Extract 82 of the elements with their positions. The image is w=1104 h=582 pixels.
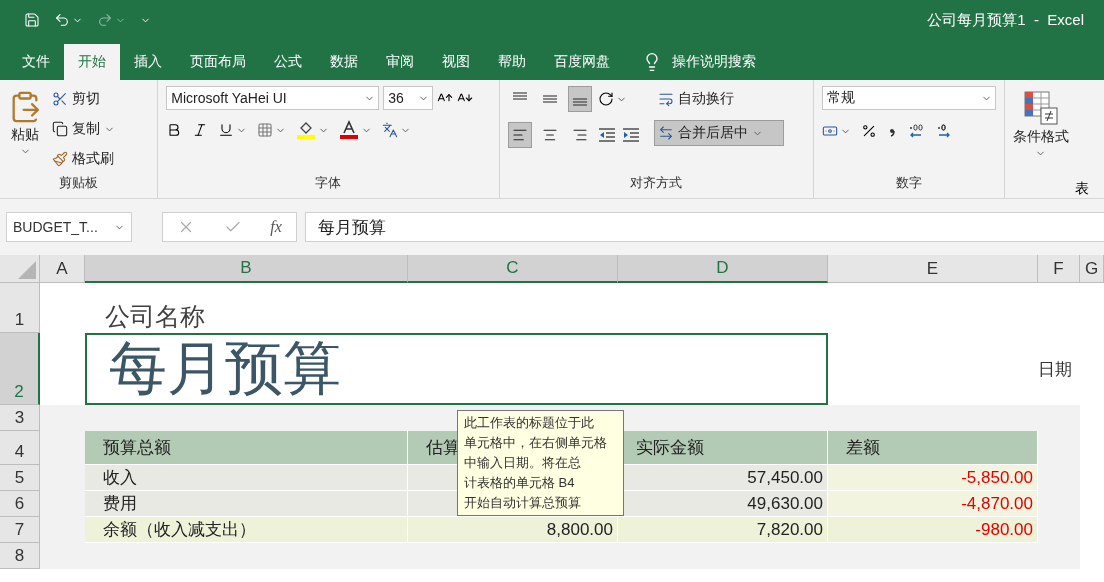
column-header[interactable]: E xyxy=(828,255,1038,283)
copy-button[interactable]: 复制 xyxy=(72,120,100,138)
sheet-title[interactable]: 每月预算 xyxy=(85,333,828,405)
ribbon-tab[interactable]: 视图 xyxy=(428,44,484,80)
ribbon-tab[interactable]: 数据 xyxy=(316,44,372,80)
table-cell: 余额（收入减支出） xyxy=(85,517,408,543)
row-header[interactable]: 2 xyxy=(0,333,40,405)
paintbrush-icon[interactable] xyxy=(52,151,68,167)
column-header[interactable]: F xyxy=(1038,255,1080,283)
ribbon-tab[interactable]: 百度网盘 xyxy=(540,44,624,80)
undo-icon[interactable] xyxy=(54,12,70,28)
date-label: 日期 xyxy=(1038,358,1073,381)
column-header[interactable]: B xyxy=(85,255,408,283)
column-header[interactable]: C xyxy=(408,255,618,283)
conditional-format-icon[interactable] xyxy=(1023,90,1059,126)
align-right-icon[interactable] xyxy=(571,127,588,143)
row-header[interactable]: 3 xyxy=(0,405,40,431)
cut-button[interactable]: 剪切 xyxy=(72,90,100,108)
decrease-indent-icon[interactable] xyxy=(597,127,616,143)
percent-icon[interactable] xyxy=(861,123,877,139)
window-title: 公司每月预算1 - Excel xyxy=(927,10,1084,30)
row-header[interactable]: 8 xyxy=(0,543,40,569)
row-header[interactable]: 1 xyxy=(0,283,40,333)
increase-indent-icon[interactable] xyxy=(621,127,640,143)
company-name: 公司名称 xyxy=(104,301,206,332)
group-label: 数字 xyxy=(895,174,923,192)
table-cell: -980.00 xyxy=(828,517,1038,543)
fill-color-icon[interactable] xyxy=(296,120,317,140)
ribbon-tab[interactable]: 插入 xyxy=(120,44,176,80)
currency-icon[interactable] xyxy=(822,123,838,139)
row-header[interactable]: 4 xyxy=(0,431,40,465)
formula-input[interactable]: 每月预算 xyxy=(305,212,1104,242)
column-header[interactable]: G xyxy=(1080,255,1104,283)
font-size-field[interactable]: 36 xyxy=(383,86,434,110)
column-heading: 差额 xyxy=(828,431,1038,465)
ribbon-tab[interactable]: 帮助 xyxy=(484,44,540,80)
column-heading: 预算总额 xyxy=(85,431,408,465)
save-icon[interactable] xyxy=(24,12,40,28)
row-header[interactable]: 7 xyxy=(0,517,40,543)
column-header[interactable]: A xyxy=(40,255,85,283)
align-center-icon[interactable] xyxy=(541,127,558,143)
scissors-icon[interactable] xyxy=(52,91,68,107)
ribbon-tab[interactable]: 审阅 xyxy=(372,44,428,80)
font-color-icon[interactable] xyxy=(339,120,360,140)
cell-comment-tooltip: 此工作表的标题位于此 单元格中，在右侧单元格 中输入日期。将在总 计表格的单元格 B4 开始自动计算总预算 xyxy=(457,410,624,516)
redo-icon[interactable] xyxy=(97,12,113,28)
align-left-icon[interactable] xyxy=(511,127,528,143)
name-box[interactable]: BUDGET_T... xyxy=(6,212,132,242)
table-cell: -5,850.00 xyxy=(828,465,1038,491)
row-header[interactable]: 6 xyxy=(0,491,40,517)
group-label: 剪贴板 xyxy=(58,174,100,192)
copy-icon[interactable] xyxy=(52,121,68,137)
table-cell: 收入 xyxy=(85,465,408,491)
table-cell: 8,800.00 xyxy=(408,517,618,543)
column-header[interactable]: D xyxy=(618,255,828,283)
increase-decimal-icon[interactable] xyxy=(907,122,925,140)
table-cell: 49,630.00 xyxy=(618,491,828,517)
table-cell: -4,870.00 xyxy=(828,491,1038,517)
group-label: 对齐方式 xyxy=(629,174,684,192)
orientation-icon[interactable] xyxy=(597,91,614,107)
row-header[interactable]: 5 xyxy=(0,465,40,491)
borders-icon[interactable] xyxy=(257,122,274,138)
ribbon-tab[interactable]: 公式 xyxy=(260,44,316,80)
table-cell: 费用 xyxy=(85,491,408,517)
table-cell: 7,820.00 xyxy=(618,517,828,543)
wrap-text-button[interactable]: 自动换行 xyxy=(677,90,734,108)
wrap-text-icon[interactable] xyxy=(657,91,674,107)
group-label: 字体 xyxy=(314,174,343,192)
insert-function-button[interactable]: fx xyxy=(270,218,282,236)
conditional-format-button[interactable]: 条件格式 xyxy=(1013,128,1069,146)
merge-center-icon[interactable] xyxy=(657,125,674,141)
ribbon-tab[interactable]: 开始 xyxy=(64,44,120,80)
format-painter-button[interactable]: 格式刷 xyxy=(72,150,114,168)
paste-button[interactable]: 粘贴 xyxy=(11,126,39,144)
number-format-field[interactable]: 常规 xyxy=(822,86,996,110)
ribbon-tab[interactable]: 文件 xyxy=(8,44,64,80)
phonetic-icon[interactable] xyxy=(382,122,399,138)
font-name-field[interactable]: Microsoft YaHei UI xyxy=(166,86,380,110)
underline-icon[interactable] xyxy=(218,122,235,138)
ribbon-button-label[interactable]: 表 xyxy=(1075,180,1089,198)
ribbon-tab[interactable]: 页面布局 xyxy=(176,44,260,80)
tell-me-search[interactable]: 操作说明搜索 xyxy=(672,53,756,71)
